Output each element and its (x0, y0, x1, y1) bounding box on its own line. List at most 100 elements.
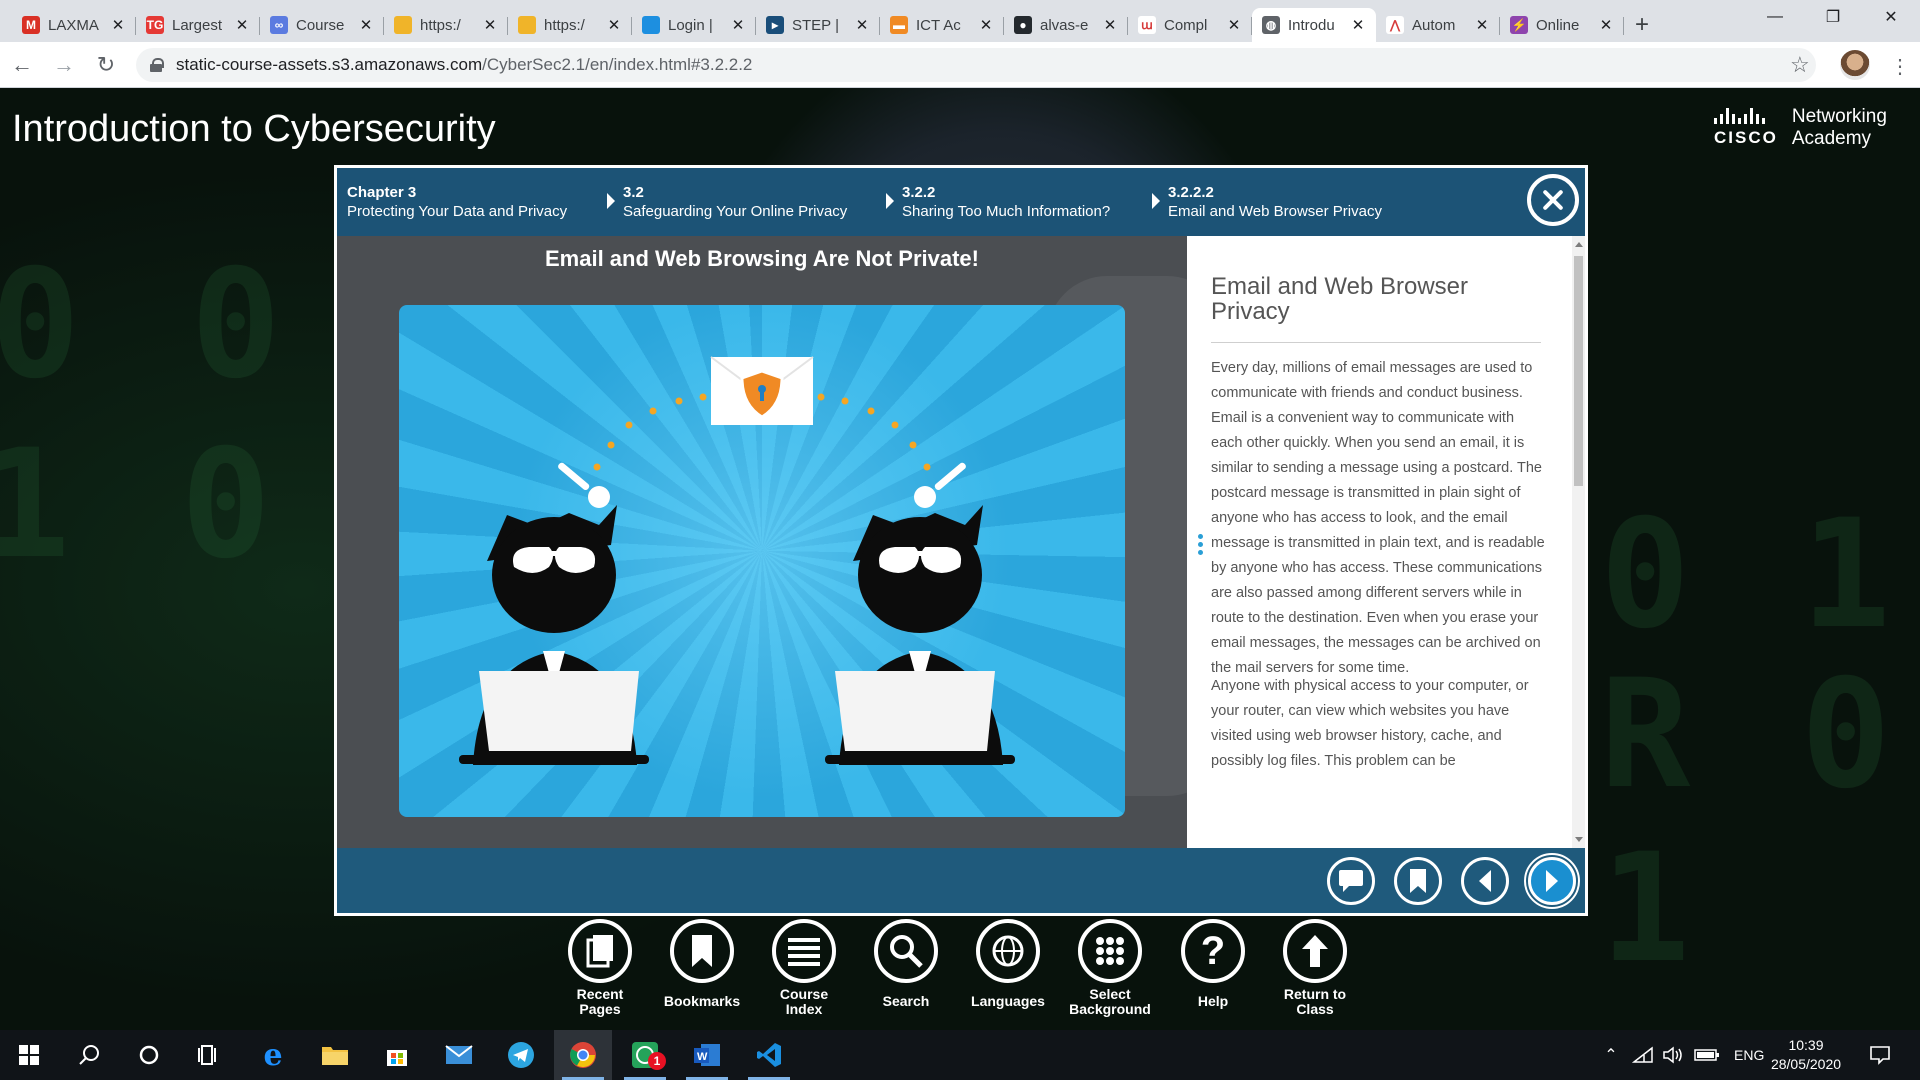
system-clock[interactable]: 10:39 28/05/2020 (1758, 1036, 1854, 1074)
scrollbar-thumb[interactable] (1574, 256, 1583, 486)
close-tab-icon[interactable]: ✕ (854, 16, 870, 34)
tab-title: Online (1536, 16, 1580, 34)
course-nav-label-line: Recent (576, 986, 624, 1002)
browser-tab[interactable]: https:/ ✕ (508, 8, 632, 42)
hacker-figure-right (825, 505, 1015, 765)
search-taskbar-button[interactable] (60, 1030, 118, 1080)
browser-tab[interactable]: Login | ✕ (632, 8, 756, 42)
course-index-icon (772, 919, 836, 983)
course-nav-label: Select Background (1060, 987, 1160, 1017)
mail-icon (445, 1045, 473, 1064)
close-tab-icon[interactable]: ✕ (234, 16, 250, 34)
store-app[interactable] (368, 1030, 426, 1080)
previous-page-button[interactable] (1461, 857, 1509, 905)
breadcrumb-section[interactable]: 3.2 Safeguarding Your Online Privacy (607, 183, 848, 221)
show-hidden-icons-chevron-icon[interactable]: ⌃ (1598, 1045, 1624, 1065)
close-tab-icon[interactable]: ✕ (482, 16, 498, 34)
close-tab-icon[interactable]: ✕ (1226, 16, 1242, 34)
action-center-button[interactable] (1852, 1030, 1908, 1080)
notifications-icon (1870, 1046, 1890, 1065)
breadcrumb-chapter[interactable]: Chapter 3 Protecting Your Data and Priva… (347, 183, 567, 221)
breadcrumb-title: Email and Web Browser Privacy (1168, 203, 1382, 220)
back-button[interactable]: ← (2, 45, 42, 85)
battery-icon[interactable] (1694, 1048, 1720, 1062)
next-icon (1546, 870, 1558, 892)
mail-app[interactable] (430, 1030, 488, 1080)
body-paragraph: Anyone with physical access to your comp… (1211, 678, 1529, 769)
course-nav-help[interactable]: ? Help (1163, 919, 1263, 1009)
close-tab-icon[interactable]: ✕ (978, 16, 994, 34)
bookmark-button[interactable] (1394, 857, 1442, 905)
profile-avatar[interactable] (1840, 50, 1870, 80)
close-tab-icon[interactable]: ✕ (1350, 16, 1366, 34)
scroll-up-arrow-icon[interactable] (1575, 242, 1583, 247)
address-bar[interactable]: static-course-assets.s3.amazonaws.com/Cy… (136, 48, 1816, 82)
file-explorer-app[interactable] (306, 1030, 364, 1080)
close-modal-button[interactable] (1527, 174, 1579, 226)
new-tab-button[interactable]: + (1624, 8, 1660, 42)
course-nav-return[interactable]: Return to Class (1265, 919, 1365, 1017)
restore-button[interactable]: ❐ (1804, 0, 1862, 34)
reload-button[interactable]: ↻ (86, 45, 126, 85)
close-tab-icon[interactable]: ✕ (1598, 16, 1614, 34)
vscode-app[interactable] (740, 1030, 798, 1080)
close-tab-icon[interactable]: ✕ (110, 16, 126, 34)
gmail-icon: M (22, 16, 40, 34)
close-window-button[interactable]: ✕ (1862, 0, 1920, 34)
scroll-down-arrow-icon[interactable] (1575, 837, 1583, 842)
browser-tab[interactable]: ▬ ICT Ac ✕ (880, 8, 1004, 42)
vertical-scrollbar[interactable] (1572, 236, 1585, 848)
browser-tab[interactable]: ա Compl ✕ (1128, 8, 1252, 42)
task-view-button[interactable] (180, 1030, 238, 1080)
tab-title: LAXMA (48, 16, 99, 34)
browser-tab[interactable]: ◍ Introdu ✕ (1252, 8, 1376, 42)
next-page-button[interactable] (1524, 853, 1580, 909)
forward-button[interactable]: → (44, 45, 84, 85)
browser-tab[interactable]: ▸ STEP | ✕ (756, 8, 880, 42)
browser-tab[interactable]: ⚡ Online ✕ (1500, 8, 1624, 42)
course-nav-languages[interactable]: Languages (958, 919, 1058, 1009)
breadcrumb-topic[interactable]: 3.2.2 Sharing Too Much Information? (886, 183, 1110, 221)
browser-tab[interactable]: ∞ Course ✕ (260, 8, 384, 42)
url-path: /CyberSec2.1/en/index.html#3.2.2.2 (482, 55, 753, 74)
browser-tab[interactable]: M LAXMA ✕ (12, 8, 136, 42)
cortana-button[interactable] (120, 1030, 178, 1080)
wifi-icon[interactable] (1632, 1046, 1658, 1064)
close-tab-icon[interactable]: ✕ (1102, 16, 1118, 34)
browser-tab[interactable]: ⋀ Autom ✕ (1376, 8, 1500, 42)
chrome-app[interactable] (554, 1030, 612, 1080)
close-tab-icon[interactable]: ✕ (606, 16, 622, 34)
course-nav-bookmarks[interactable]: Bookmarks (652, 919, 752, 1009)
bookmark-star-icon[interactable]: ☆ (1790, 52, 1810, 78)
course-nav-label: Return to Class (1265, 987, 1365, 1017)
course-nav-course-index[interactable]: Course Index (754, 919, 854, 1017)
edge-app[interactable]: e (244, 1030, 302, 1080)
course-nav-label-line: Search (882, 993, 930, 1009)
breadcrumb-title: Safeguarding Your Online Privacy (623, 203, 848, 220)
comment-button[interactable] (1327, 857, 1375, 905)
whatsapp-app[interactable]: 1 (616, 1030, 674, 1080)
cisco-wordmark: cisco (1714, 128, 1778, 147)
start-button[interactable] (0, 1030, 58, 1080)
volume-icon[interactable] (1662, 1046, 1686, 1064)
close-tab-icon[interactable]: ✕ (730, 16, 746, 34)
telegram-app[interactable] (492, 1030, 550, 1080)
course-nav-select-background[interactable]: Select Background (1060, 919, 1160, 1017)
chevron-right-icon (1152, 193, 1160, 209)
close-tab-icon[interactable]: ✕ (358, 16, 374, 34)
course-nav-recent-pages[interactable]: Recent Pages (550, 919, 650, 1017)
edge-icon: e (263, 1037, 283, 1073)
close-tab-icon[interactable]: ✕ (1474, 16, 1490, 34)
panel-resize-handle[interactable] (1198, 534, 1204, 558)
minimize-button[interactable]: — (1746, 0, 1804, 34)
course-nav-search[interactable]: Search (856, 919, 956, 1009)
db-icon (394, 16, 412, 34)
browser-tab[interactable]: https:/ ✕ (384, 8, 508, 42)
word-app[interactable]: W (678, 1030, 736, 1080)
browser-tab[interactable]: ● alvas-e ✕ (1004, 8, 1128, 42)
chrome-menu-icon[interactable]: ⋮ (1890, 54, 1910, 79)
browser-tab[interactable]: TG Largest ✕ (136, 8, 260, 42)
secure-envelope-icon (710, 356, 814, 425)
bookmark-icon (1410, 869, 1426, 893)
compl-icon: ա (1138, 16, 1156, 34)
